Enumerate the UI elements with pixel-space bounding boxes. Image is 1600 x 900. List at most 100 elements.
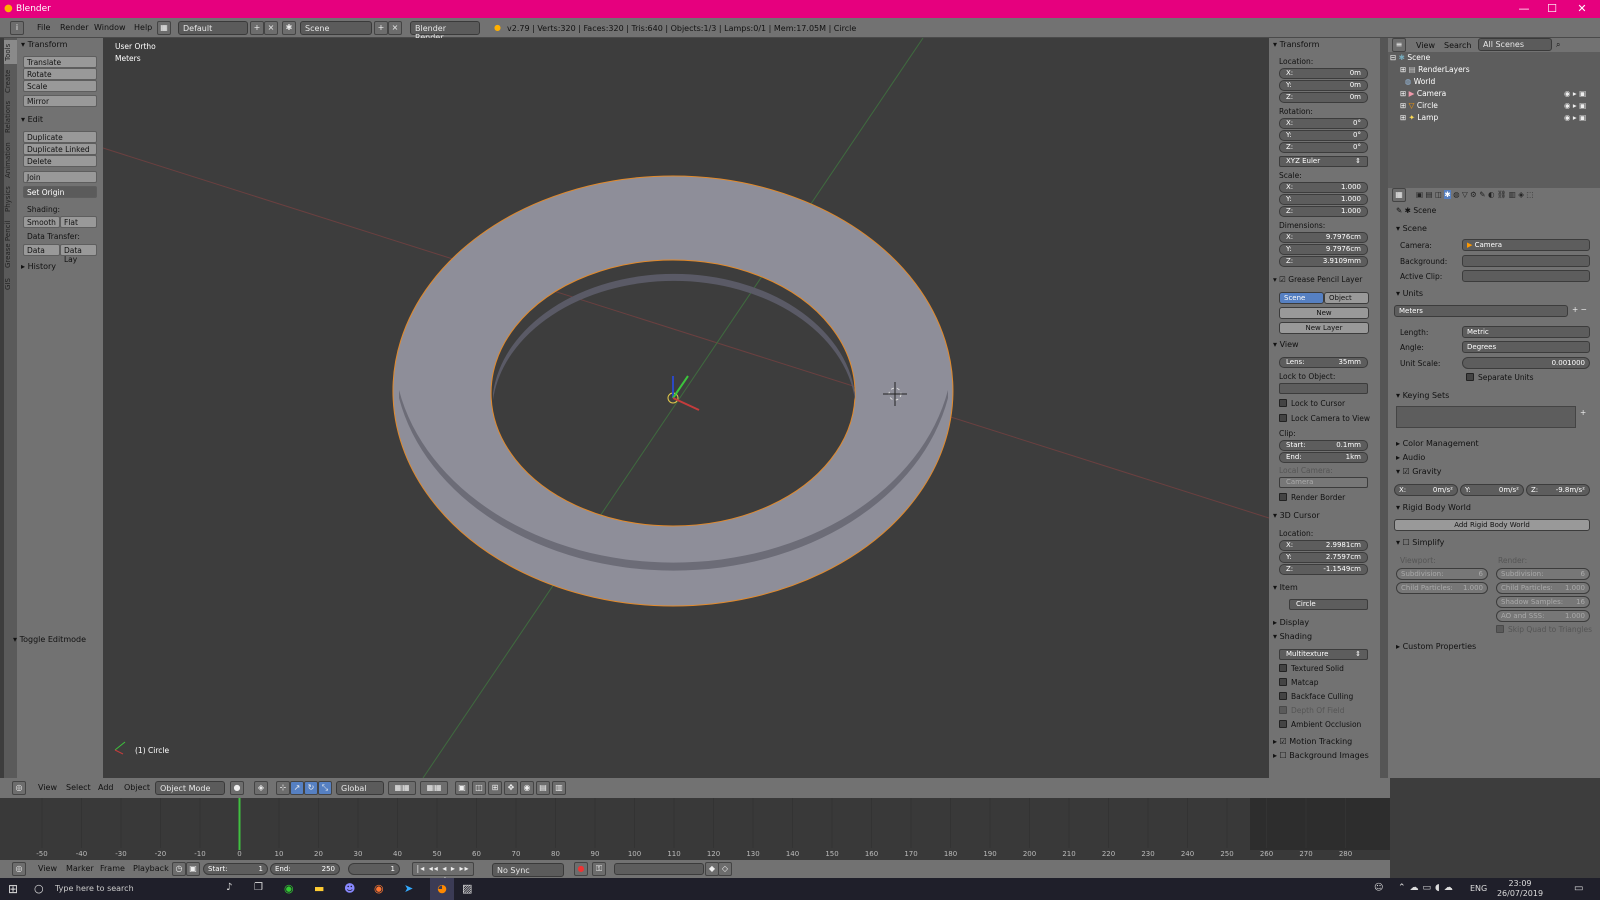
tab-relations[interactable]: Relations <box>4 98 17 136</box>
blender-taskbar-icon[interactable]: ◕ <box>430 878 454 900</box>
active-keying-set-field[interactable] <box>614 863 704 875</box>
add-scene-icon[interactable]: + <box>374 21 388 35</box>
rotation-x-field[interactable]: X: 0° <box>1279 118 1368 129</box>
rotation-y-field[interactable]: Y: 0° <box>1279 130 1368 141</box>
3d-cursor-header[interactable]: ▾ 3D Cursor <box>1273 511 1320 520</box>
audio-header[interactable]: ▸ Audio <box>1396 453 1425 462</box>
duplicate-linked-button[interactable]: Duplicate Linked <box>23 143 97 155</box>
rotate-button[interactable]: Rotate <box>23 68 97 80</box>
ao-sss-field[interactable]: AO and SSS: 1.000 <box>1496 610 1590 622</box>
shading-mode-dropdown[interactable]: Multitexture ⇕ <box>1279 649 1368 660</box>
depth-of-field-checkbox[interactable] <box>1279 706 1287 714</box>
menu-help[interactable]: Help <box>134 23 152 32</box>
add-layout-icon[interactable]: + <box>250 21 264 35</box>
add-rigid-body-button[interactable]: Add Rigid Body World <box>1394 519 1590 531</box>
timeline-editor-icon[interactable]: ◎ <box>12 862 26 876</box>
orientation-dropdown[interactable]: Global <box>336 781 384 795</box>
clip-end-field[interactable]: End: 1km <box>1279 452 1368 463</box>
lock-layers-icon[interactable]: ▣ <box>455 781 469 795</box>
cursor-x-field[interactable]: X: 2.9981cm <box>1279 540 1368 551</box>
end-frame-field[interactable]: End: 250 <box>270 863 340 875</box>
layers-grid-b-icon[interactable]: ▦▦ <box>420 781 448 795</box>
location-y-field[interactable]: Y: 0m <box>1279 80 1368 91</box>
scale-x-field[interactable]: X: 1.000 <box>1279 182 1368 193</box>
keying-set-icon[interactable]: ⚿ <box>592 862 606 876</box>
y-manipulator[interactable] <box>672 375 689 399</box>
scene-dropdown[interactable]: Scene <box>300 21 372 35</box>
smooth-button[interactable]: Smooth <box>23 216 60 228</box>
scale-y-field[interactable]: Y: 1.000 <box>1279 194 1368 205</box>
background-field[interactable] <box>1462 255 1590 267</box>
display-panel-header[interactable]: ▸ Display <box>1273 618 1309 627</box>
transform-panel-header[interactable]: ▾ Transform <box>21 40 67 49</box>
opengl-anim-icon[interactable]: ▥ <box>552 781 566 795</box>
outliner-display-dropdown[interactable]: All Scenes <box>1478 38 1552 51</box>
keying-sets-header[interactable]: ▾ Keying Sets <box>1396 391 1449 400</box>
render-engine-dropdown[interactable]: Blender Render <box>410 21 480 42</box>
join-button[interactable]: Join <box>23 171 97 183</box>
grease-pencil-header[interactable]: ▾ ☑ Grease Pencil Layer <box>1273 275 1362 284</box>
outliner-row-lamp[interactable]: ⊞ ✦ Lamp <box>1400 113 1565 125</box>
r-child-particles-field[interactable]: Child Particles: 1.000 <box>1496 582 1590 594</box>
discord-icon[interactable]: ☻ <box>344 882 355 895</box>
angle-dropdown[interactable]: Degrees <box>1462 341 1590 353</box>
simplify-header[interactable]: ▾ ☐ Simplify <box>1396 538 1444 547</box>
delete-button[interactable]: Delete <box>23 155 97 167</box>
viewport-shading-icon[interactable]: ● <box>230 781 244 795</box>
translate-manipulator-icon[interactable]: ↗ <box>290 781 304 795</box>
search-icon[interactable]: ○ <box>34 882 44 895</box>
gravity-z-field[interactable]: Z: -9.8m/s² <box>1526 484 1590 496</box>
tl-menu-playback[interactable]: Playback <box>133 864 169 873</box>
context-tabs-icons[interactable]: ▣ ▤ ◫ ✱ ◍ ▽ ⚙ ✎ ◐ ⛓ ▥ ◈ ⬚ <box>1416 190 1534 199</box>
circle-visibility-icon[interactable]: ◉ ▸ ▣ <box>1564 101 1586 110</box>
menu-file[interactable]: File <box>37 23 50 32</box>
x-manipulator[interactable] <box>672 397 700 411</box>
menu-render[interactable]: Render <box>60 23 88 32</box>
outliner-view-menu[interactable]: View <box>1416 41 1435 50</box>
windows-start-icon[interactable]: ⊞ <box>8 882 18 896</box>
matcap-checkbox[interactable] <box>1279 678 1287 686</box>
set-origin-dropdown[interactable]: Set Origin <box>23 186 97 198</box>
gravity-x-field[interactable]: X: 0m/s² <box>1394 484 1458 496</box>
rotation-z-field[interactable]: Z: 0° <box>1279 142 1368 153</box>
vp-menu-view[interactable]: View <box>38 783 57 792</box>
gp-scene-button[interactable]: Scene <box>1279 292 1324 304</box>
tray-icons[interactable]: ⌃☁▭◖☁ <box>1398 883 1457 893</box>
cursor-z-field[interactable]: Z: -1.1549cm <box>1279 564 1368 575</box>
scene-icon[interactable]: ✱ <box>282 21 296 35</box>
tab-animation[interactable]: Animation <box>4 138 17 182</box>
tab-create[interactable]: Create <box>4 66 17 96</box>
gp-new-button[interactable]: New <box>1279 307 1369 319</box>
outliner-search-icon[interactable]: ⌕ <box>1556 40 1560 50</box>
lock-object-field[interactable] <box>1279 383 1368 394</box>
color-management-header[interactable]: ▸ Color Management <box>1396 439 1479 448</box>
outliner-editor-icon[interactable]: ≡ <box>1392 38 1406 52</box>
custom-properties-header[interactable]: ▸ Custom Properties <box>1396 642 1476 651</box>
motion-tracking-header[interactable]: ▸ ☑ Motion Tracking <box>1273 737 1352 746</box>
r-subdivision-field[interactable]: Subdivision: 6 <box>1496 568 1590 580</box>
layout-dropdown[interactable]: Default <box>178 21 248 35</box>
dimension-x-field[interactable]: X: 9.7976cm <box>1279 232 1368 243</box>
tl-menu-view[interactable]: View <box>38 864 57 873</box>
keying-add-icon[interactable]: + <box>1580 408 1586 417</box>
clock-time[interactable]: 23:09 <box>1500 879 1540 888</box>
lens-field[interactable]: Lens: 35mm <box>1279 357 1368 368</box>
vp-child-particles-field[interactable]: Child Particles: 1.000 <box>1396 582 1488 594</box>
delete-keyframe-icon[interactable]: ◇ <box>718 862 732 876</box>
mirror-button[interactable]: Mirror <box>23 95 97 107</box>
backface-culling-checkbox[interactable] <box>1279 692 1287 700</box>
clock-date[interactable]: 26/07/2019 <box>1490 889 1550 898</box>
dimension-y-field[interactable]: Y: 9.7976cm <box>1279 244 1368 255</box>
viewport-editor-icon[interactable]: ◎ <box>12 781 26 795</box>
vp-subdivision-field[interactable]: Subdivision: 6 <box>1396 568 1488 580</box>
data-button[interactable]: Data <box>23 244 60 256</box>
edit-panel-header[interactable]: ▾ Edit <box>21 115 43 124</box>
background-images-header[interactable]: ▸ ☐ Background Images <box>1273 751 1369 760</box>
file-explorer-icon[interactable]: ▬ <box>314 882 324 895</box>
current-frame-field[interactable]: 1 <box>348 863 400 875</box>
dimension-z-field[interactable]: Z: 3.9109mm <box>1279 256 1368 267</box>
tl-menu-frame[interactable]: Frame <box>100 864 125 873</box>
gravity-y-field[interactable]: Y: 0m/s² <box>1460 484 1524 496</box>
lock-cursor-checkbox[interactable] <box>1279 399 1287 407</box>
task-view-icon[interactable]: ❐ <box>254 882 263 893</box>
